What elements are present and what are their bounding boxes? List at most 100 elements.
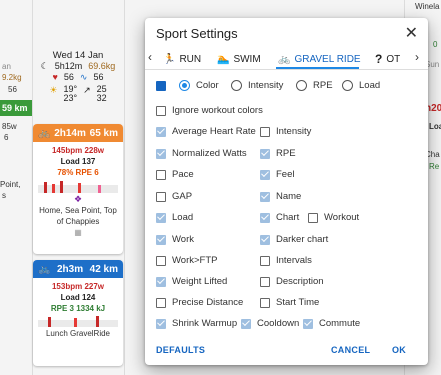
activity-mini-chart <box>38 181 118 193</box>
checkbox[interactable] <box>156 255 166 266</box>
option-description[interactable]: Description <box>260 276 324 287</box>
checkbox-label: Work <box>172 234 194 245</box>
chevron-right-icon[interactable]: › <box>415 50 419 64</box>
run-icon: 🏃 <box>163 53 176 65</box>
checkbox[interactable] <box>156 191 166 202</box>
option-chart[interactable]: Chart <box>260 212 299 223</box>
option-commute[interactable]: Commute <box>303 318 360 329</box>
checkbox[interactable] <box>156 318 166 329</box>
activity-load: Load 137 <box>60 157 96 166</box>
checkbox[interactable] <box>156 212 166 223</box>
checkbox[interactable] <box>241 318 251 329</box>
option-average-heart-rate[interactable]: Average Heart Rate <box>156 126 256 137</box>
question-icon: ? <box>375 52 383 66</box>
workout-icon: ❖ <box>73 194 83 204</box>
checkbox[interactable] <box>260 297 270 308</box>
intensity-rpe: 78% RPE 6 <box>57 168 99 177</box>
checkbox-label: Cooldown <box>257 318 300 329</box>
radio-label: Intensity <box>248 80 284 91</box>
option-load[interactable]: Load <box>156 212 193 223</box>
fragment-text: Loa <box>429 122 441 131</box>
option-cooldown[interactable]: Cooldown <box>241 318 299 329</box>
checkbox[interactable] <box>260 126 270 137</box>
option-workout[interactable]: Workout <box>308 212 359 223</box>
option-normalized-watts[interactable]: Normalized Watts <box>156 148 247 159</box>
checkbox-label: Ignore workout colors <box>172 105 263 116</box>
checkbox[interactable] <box>156 148 166 159</box>
checkbox[interactable] <box>260 191 270 202</box>
sport-tabs: ‹ 🏃 RUN 🏊 SWIM 🚲 GRAVEL RIDE ? OT › <box>145 46 428 70</box>
heart-icon: ♥ <box>52 72 58 82</box>
checkbox-label: Pace <box>172 169 194 180</box>
activity-card-header: 🚲 2h14m 65 km <box>33 124 123 142</box>
fragment-text: Re <box>429 162 440 171</box>
option-darker-chart[interactable]: Darker chart <box>260 234 328 245</box>
checkbox[interactable] <box>260 212 270 223</box>
close-icon[interactable]: ✕ <box>405 23 418 43</box>
checkbox-label: Precise Distance <box>172 297 244 308</box>
tab-swim[interactable]: 🏊 SWIM <box>217 49 261 69</box>
radio-button[interactable] <box>231 80 242 91</box>
option-name[interactable]: Name <box>260 191 301 202</box>
activity-mini-chart <box>38 316 118 327</box>
checkbox[interactable] <box>260 234 270 245</box>
option-intensity[interactable]: Intensity <box>260 126 311 137</box>
day-date: Wed 14 Jan <box>52 50 104 61</box>
radio-button[interactable] <box>296 80 307 91</box>
activity-title: Home, Sea Point, Top of Chappies <box>39 206 117 226</box>
option-intervals[interactable]: Intervals <box>260 255 312 266</box>
activity-title: Lunch GravelRide <box>45 329 111 338</box>
checkbox[interactable] <box>156 169 166 180</box>
fragment-text: 56 <box>8 85 17 94</box>
checkbox-label: Work>FTP <box>172 255 218 266</box>
cancel-button[interactable]: CANCEL <box>331 345 370 355</box>
option-work-ftp[interactable]: Work>FTP <box>156 255 217 266</box>
dialog-title: Sport Settings <box>156 26 238 41</box>
checkbox-label: GAP <box>172 191 193 202</box>
defaults-button[interactable]: DEFAULTS <box>156 345 205 355</box>
checkbox[interactable] <box>260 255 270 266</box>
radio-button[interactable] <box>342 80 353 91</box>
ok-button[interactable]: OK <box>392 345 406 355</box>
hrv-icon: ∿ <box>79 72 88 82</box>
checkbox[interactable] <box>260 148 270 159</box>
checkbox[interactable] <box>308 212 318 223</box>
activity-distance: 42 km <box>89 263 118 275</box>
tab-label: GRAVEL RIDE <box>294 53 361 65</box>
checkbox[interactable] <box>260 169 270 180</box>
option-precise-distance[interactable]: Precise Distance <box>156 297 243 308</box>
option-gap[interactable]: GAP <box>156 191 192 202</box>
option-feel[interactable]: Feel <box>260 169 294 180</box>
tab-gravel-ride[interactable]: 🚲 GRAVEL RIDE <box>278 49 361 69</box>
option-weight-lifted[interactable]: Weight Lifted <box>156 276 227 287</box>
tab-run[interactable]: 🏃 RUN <box>163 49 201 69</box>
color-mode-color[interactable]: Color <box>179 80 219 91</box>
checkbox[interactable] <box>156 276 166 287</box>
radio-button[interactable] <box>179 80 190 91</box>
activity-card[interactable]: 🚲 2h14m 65 km 145bpm 228w Load 137 78% R… <box>33 124 123 254</box>
checkbox[interactable] <box>303 318 313 329</box>
option-pace[interactable]: Pace <box>156 169 194 180</box>
option-shrink-warmup[interactable]: Shrink Warmup <box>156 318 237 329</box>
color-swatch[interactable] <box>156 81 166 91</box>
color-mode-rpe[interactable]: RPE <box>296 80 333 91</box>
checkbox-label: Workout <box>324 212 360 223</box>
sleep-value: 5h12m <box>54 61 83 71</box>
checkbox[interactable] <box>156 105 166 116</box>
checkbox[interactable] <box>156 234 166 245</box>
chevron-left-icon[interactable]: ‹ <box>148 50 152 64</box>
checkbox[interactable] <box>156 297 166 308</box>
checkbox[interactable] <box>156 126 166 137</box>
color-mode-load[interactable]: Load <box>342 80 380 91</box>
option-rpe[interactable]: RPE <box>260 148 296 159</box>
option-work[interactable]: Work <box>156 234 194 245</box>
color-mode-intensity[interactable]: Intensity <box>231 80 283 91</box>
tab-other[interactable]: ? OT <box>375 49 400 69</box>
checkbox-label: Normalized Watts <box>172 148 247 159</box>
option-start-time[interactable]: Start Time <box>260 297 319 308</box>
fragment-text: an <box>2 62 11 71</box>
activity-distance-badge[interactable]: 59 km <box>0 100 32 116</box>
activity-card[interactable]: 🚲 2h3m 42 km 153bpm 227w Load 124 RPE 3 … <box>33 260 123 366</box>
checkbox[interactable] <box>260 276 270 287</box>
option-ignore-workout-colors[interactable]: Ignore workout colors <box>156 105 263 116</box>
